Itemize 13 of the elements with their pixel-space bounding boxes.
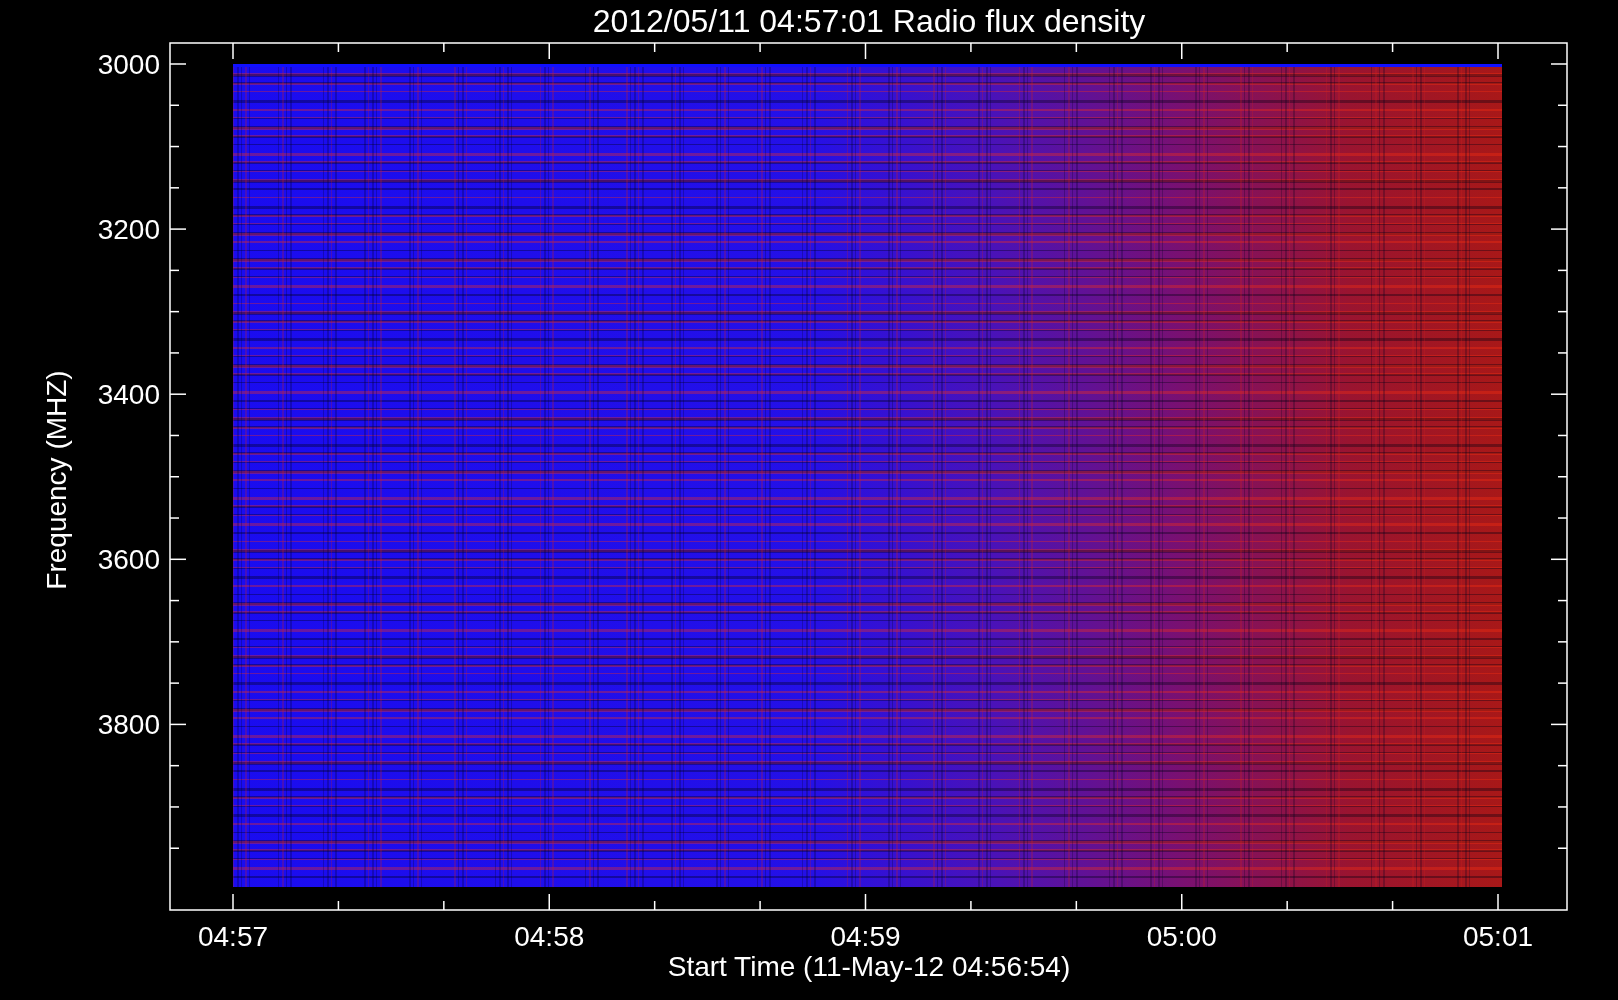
chart-title: 2012/05/11 04:57:01 Radio flux density	[592, 3, 1146, 39]
y-tick-label: 3000	[97, 49, 160, 80]
y-tick-label: 3800	[97, 709, 160, 741]
x-tick-label: 04:59	[830, 921, 901, 952]
y-tick-label: 3600	[97, 544, 160, 576]
y-tick-label: 3400	[97, 379, 160, 411]
x-tick-label: 04:57	[197, 921, 269, 952]
x-axis-label: Start Time (11-May-12 04:56:54)	[667, 951, 1071, 982]
x-tick-label: 04:58	[514, 921, 585, 952]
y-tick-label: 3200	[97, 214, 160, 246]
x-tick-label: 05:01	[1462, 921, 1534, 952]
x-tick-label: 05:00	[1146, 921, 1217, 952]
y-axis-label: Frequency (MHZ)	[41, 370, 72, 590]
